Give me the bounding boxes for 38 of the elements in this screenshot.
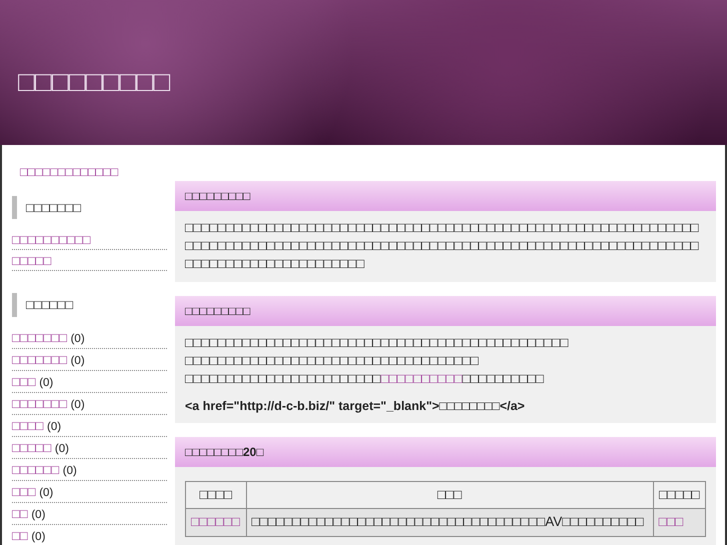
code-snippet: <a href="http://d-c-b.biz/" target="_blank">□□□□□□□□</a>	[185, 398, 526, 416]
paragraph: □□□□□□□□□□□□□□□□□□□□□□□□□□□□□□□□□□□□□□□□□□□□	[185, 370, 545, 388]
item-count: (0)	[31, 508, 46, 521]
item-count: (0)	[70, 332, 85, 345]
breadcrumb-link[interactable]: □□□□□□□□□□□□□	[20, 165, 118, 179]
section-heading: □□□□□□□□□	[175, 296, 716, 326]
column-header: □□□	[246, 482, 654, 509]
sidebar-link[interactable]: □□□□□□□	[12, 396, 67, 411]
sidebar-link[interactable]: □□□□□	[12, 440, 52, 455]
item-count: (0)	[70, 398, 85, 411]
sidebar-link[interactable]: □□	[12, 506, 28, 521]
item-count: (0)	[39, 376, 54, 389]
sidebar-link[interactable]: □□□□□	[12, 253, 52, 268]
item-count: (0)	[70, 354, 85, 367]
sidebar-link[interactable]: □□□□□□□	[12, 352, 67, 367]
inline-link[interactable]: □□□□□□□□□□	[380, 371, 462, 386]
item-count: (0)	[31, 530, 46, 543]
sidebar-link[interactable]: □□□	[12, 374, 36, 389]
section-heading: □□□□□□□□20□	[175, 437, 716, 468]
section-heading: □□□□□□□□□	[175, 181, 716, 211]
item-count: (0)	[39, 486, 54, 499]
item-count: (0)	[54, 442, 69, 455]
sidebar-link[interactable]: □□□□	[12, 418, 44, 433]
item-count: (0)	[62, 464, 77, 477]
paragraph: □□□□□□□□□□□□□□□□□□□□□□□□□□□□□□□□□□□□	[185, 352, 480, 370]
sidebar-link[interactable]: □□	[12, 528, 28, 543]
paragraph: □□□□□□□□□□□□□□□□□□□□□□□□□□□□□□□□□□□□□□□□□□□□□□□	[185, 334, 570, 352]
column-header: □□□□	[186, 482, 246, 509]
site-title: □□□□□□□□□	[18, 64, 170, 98]
table-cell: □□□□□□□□□□□□□□□□□□□□□□□□□□□□□□□□□□□□AV□□□□□□□□□□	[246, 508, 654, 536]
sidebar-link[interactable]: □□□□□□□	[12, 330, 67, 345]
sidebar-link[interactable]: □□□□□□	[12, 462, 60, 477]
sidebar-link[interactable]: □□□	[12, 484, 36, 499]
sidebar-link[interactable]: □□□□□□□□□□	[12, 232, 91, 248]
sidebar-heading: □□□□□□□	[12, 196, 167, 220]
sidebar-heading: □□□□□□	[12, 293, 167, 317]
item-count: (0)	[47, 420, 62, 433]
paragraph: □□□□□□□□□□□□□□□□□□□□□□□□□□□□□□□□□□□□□□□□□□□□□□□□□□□□□□□□□□□□□□□□□□□□□□□□□□□□□□□□□□□□□□□□□□□□□□□□□□□□□□□□□□□□□□□□□□□□□□□□□□□□□□□□□□□□□□□□□□□□□□□□□□□□	[185, 219, 700, 274]
